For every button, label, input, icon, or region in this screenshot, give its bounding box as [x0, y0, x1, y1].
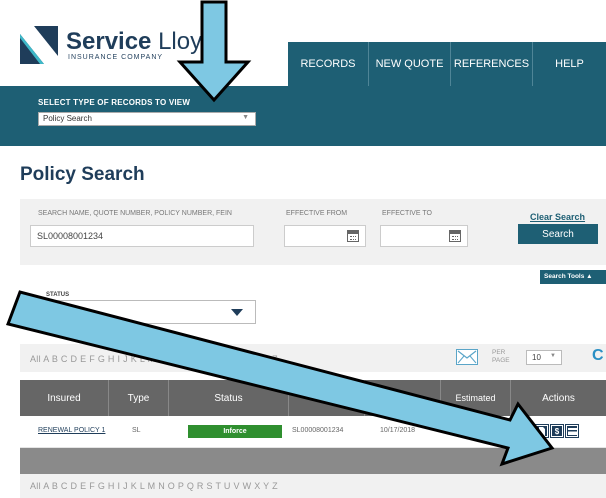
refresh-icon[interactable]: C: [592, 347, 604, 365]
search-name-label: SEARCH NAME, QUOTE NUMBER, POLICY NUMBER…: [38, 210, 232, 217]
col-actions: Actions: [510, 380, 606, 416]
per-page-select[interactable]: 10 ▼: [526, 350, 562, 365]
table-row: RENEWAL POLICY 1 SL Inforce SL0000800123…: [20, 416, 606, 448]
tab-help[interactable]: HELP: [532, 42, 606, 86]
row-type: SL: [132, 427, 141, 434]
records-type-selected: Policy Search: [43, 114, 92, 123]
dollar-icon[interactable]: $: [550, 424, 564, 438]
search-panel: SEARCH NAME, QUOTE NUMBER, POLICY NUMBER…: [20, 199, 606, 265]
alpha-letters-bottom[interactable]: All A B C D E F G H I J K L M N O P Q R …: [30, 481, 278, 491]
chevron-down-icon: ▼: [242, 114, 249, 121]
logo-subtitle: INSURANCE COMPANY: [68, 54, 164, 61]
search-button[interactable]: Search: [518, 224, 598, 244]
card-icon-glyph: [567, 427, 577, 435]
row-effective-date: 10/17/2018: [380, 427, 416, 434]
table-footer-band: [20, 448, 606, 474]
col-estimated[interactable]: Estimated: [440, 380, 510, 416]
main-nav: RECORDS NEW QUOTE REFERENCES HELP: [288, 42, 606, 86]
logo-wordmark: Service Lloyds: [66, 28, 227, 56]
document-icon[interactable]: [535, 424, 549, 438]
search-name-input[interactable]: SL00008001234: [30, 225, 254, 247]
mail-icon[interactable]: [456, 349, 478, 365]
records-type-label: SELECT TYPE OF RECORDS TO VIEW: [38, 98, 191, 107]
alpha-filter-bar-bottom: All A B C D E F G H I J K L M N O P Q R …: [20, 474, 606, 498]
row-estimate: $3,6…: [456, 427, 477, 434]
col-type[interactable]: Type: [108, 380, 168, 416]
per-page-label-line2: PAGE: [492, 357, 510, 364]
document-icon-glyph: [539, 426, 545, 436]
results-table-header: Insured Type Status # Estimated Actions: [20, 380, 606, 416]
per-page-label: PER PAGE: [492, 349, 510, 365]
tab-records[interactable]: RECORDS: [288, 42, 368, 86]
calendar-icon[interactable]: [347, 230, 359, 242]
chevron-down-icon: ▼: [550, 353, 556, 359]
status-filter-select[interactable]: [36, 300, 256, 324]
col-number[interactable]: #: [288, 380, 364, 416]
card-icon[interactable]: [565, 424, 579, 438]
mail-icon-glyph: [457, 350, 477, 364]
calendar-icon[interactable]: [449, 230, 461, 242]
effective-from-input[interactable]: [284, 225, 366, 247]
clear-search-link[interactable]: Clear Search: [530, 212, 585, 222]
alpha-letters[interactable]: All A B C D E F G H I J K L M N O P Q R …: [30, 354, 278, 364]
row-insured-link[interactable]: RENEWAL POLICY 1: [38, 427, 105, 434]
chevron-down-icon: [231, 309, 243, 316]
col-insured[interactable]: Insured: [20, 380, 108, 416]
logo[interactable]: Service Lloyds INSURANCE COMPANY: [20, 26, 260, 66]
page-title: Policy Search: [20, 164, 145, 185]
logo-brand-bold: Service: [66, 28, 152, 55]
records-type-select[interactable]: Policy Search ▼: [38, 112, 256, 126]
effective-to-input[interactable]: [380, 225, 468, 247]
search-tools-toggle[interactable]: Search Tools ▲: [540, 270, 606, 284]
row-policy-number: SL00008001234: [292, 427, 344, 434]
status-filter-label: STATUS: [46, 292, 70, 298]
records-type-band: SELECT TYPE OF RECORDS TO VIEW Policy Se…: [0, 86, 606, 146]
per-page-label-line1: PER: [492, 349, 506, 356]
col-effective[interactable]: [364, 380, 440, 416]
tab-references[interactable]: REFERENCES: [450, 42, 532, 86]
effective-from-label: EFFECTIVE FROM: [286, 210, 348, 217]
effective-to-label: EFFECTIVE TO: [382, 210, 432, 217]
per-page-value: 10: [532, 353, 541, 362]
logo-brand-light: Lloyds: [158, 28, 228, 55]
tab-new-quote[interactable]: NEW QUOTE: [368, 42, 450, 86]
alpha-filter-bar: All A B C D E F G H I J K L M N O P Q R …: [20, 344, 606, 372]
logo-mark-icon: [20, 26, 58, 64]
header: Service Lloyds INSURANCE COMPANY RECORDS…: [0, 0, 606, 86]
status-badge: Inforce: [188, 425, 282, 438]
col-status[interactable]: Status: [168, 380, 288, 416]
